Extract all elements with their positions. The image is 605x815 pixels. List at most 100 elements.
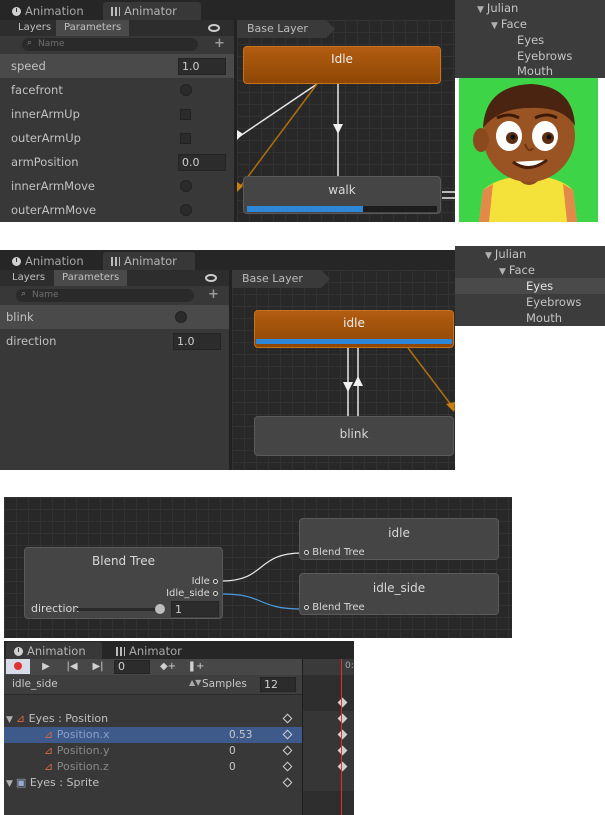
track-position-y[interactable]: ⊿ Position.y (4, 743, 302, 759)
blend-tree-node[interactable]: Blend Tree Idle Idle_side direction 1 (24, 547, 223, 619)
tab-animator[interactable]: Animator (108, 642, 190, 660)
search-input[interactable]: Name (16, 288, 194, 302)
hierarchy-item-mouth[interactable]: Mouth (517, 63, 553, 79)
hierarchy-item-face[interactable]: ▼ Face (491, 16, 527, 32)
expand-triangle-icon[interactable]: ▼ (6, 715, 13, 725)
blend-param-value[interactable]: 1 (171, 601, 219, 617)
blend-output-idle-side[interactable]: Idle_side (166, 588, 218, 599)
keyframe-icon[interactable] (337, 697, 348, 708)
expand-triangle-icon[interactable]: ▼ (6, 779, 13, 789)
search-input[interactable]: Name (22, 37, 198, 51)
frame-field[interactable]: 0 (114, 660, 150, 674)
parameters-button[interactable]: Parameters (56, 20, 130, 36)
tab-animator[interactable]: Animator (103, 2, 201, 20)
next-key-button[interactable]: ▶| (86, 659, 110, 674)
hierarchy-item-face[interactable]: ▼ Face (499, 262, 535, 278)
play-button[interactable]: ▶ (34, 659, 58, 674)
blend-target-idle-side[interactable]: idle_side Blend Tree (299, 573, 499, 615)
param-innerarmup[interactable]: innerArmUp (0, 102, 234, 126)
layers-button[interactable]: Layers (10, 20, 59, 36)
slider-knob[interactable] (155, 604, 165, 614)
character-image (473, 84, 577, 222)
expand-triangle-icon[interactable]: ▼ (477, 5, 484, 15)
hierarchy-item-mouth[interactable]: Mouth (526, 310, 562, 326)
animator-grid-icon (111, 7, 120, 16)
tab-animation[interactable]: Animation (4, 252, 92, 270)
blend-input-idle-side[interactable]: Blend Tree (304, 602, 365, 613)
hierarchy-item-eyes[interactable]: Eyes (517, 32, 544, 48)
hierarchy-item-root[interactable]: ▼ Julian (477, 0, 518, 16)
param-blink[interactable]: blink (0, 305, 229, 329)
hierarchy-item-eyebrows[interactable]: Eyebrows (526, 294, 581, 310)
param-innerarmmove[interactable]: innerArmMove (0, 174, 234, 198)
expand-triangle-icon[interactable]: ▼ (499, 267, 506, 277)
armposition-value-field[interactable]: 0.0 (178, 154, 226, 171)
track-eyes-sprite[interactable]: ▼ ▣ Eyes : Sprite (4, 775, 302, 791)
state-blink[interactable]: blink (254, 416, 454, 456)
transform-icon: ⊿ (15, 712, 26, 725)
next-key-icon: ▶| (92, 661, 104, 672)
expand-triangle-icon[interactable]: ▼ (485, 251, 492, 261)
animator-grid-icon (111, 257, 120, 266)
input-port-icon[interactable] (304, 605, 309, 610)
facefront-toggle[interactable] (180, 84, 192, 96)
outerarmmove-toggle[interactable] (180, 204, 192, 216)
output-port-icon[interactable] (213, 579, 218, 584)
hierarchy-item-eyebrows[interactable]: Eyebrows (517, 48, 572, 64)
position-z-value[interactable]: 0 (229, 759, 236, 775)
timeline-area[interactable]: 0: (302, 659, 354, 815)
state-graph[interactable]: Base Layer Idle walk (237, 20, 455, 222)
input-port-icon[interactable] (304, 550, 309, 555)
state-graph[interactable]: Base Layer idle blink (232, 270, 455, 470)
tab-animator[interactable]: Animator (103, 252, 195, 270)
prev-key-button[interactable]: |◀ (60, 659, 84, 674)
parameters-button[interactable]: Parameters (54, 270, 128, 286)
params-header: Layers Parameters (0, 20, 234, 36)
layers-button[interactable]: Layers (4, 270, 53, 286)
samples-field[interactable]: 12 (260, 677, 296, 692)
blend-tree-graph[interactable]: Blend Tree Idle Idle_side direction 1 id… (4, 497, 512, 638)
clip-dropdown-arrow-icon[interactable]: ▲▼ (189, 678, 201, 687)
record-button[interactable] (6, 659, 30, 674)
eye-icon[interactable] (205, 274, 217, 282)
param-outerarmup[interactable]: outerArmUp (0, 126, 234, 150)
tab-animation[interactable]: Animation (4, 2, 92, 20)
track-eyes-position[interactable]: ▼ ⊿ Eyes : Position (4, 711, 302, 727)
prev-key-icon: |◀ (66, 661, 78, 672)
innerarmmove-toggle[interactable] (180, 180, 192, 192)
add-event-button[interactable]: ❚+ (184, 659, 208, 674)
position-y-value[interactable]: 0 (229, 743, 236, 759)
param-facefront[interactable]: facefront (0, 78, 234, 102)
blend-output-idle[interactable]: Idle (192, 576, 218, 587)
output-port-icon[interactable] (213, 591, 218, 596)
param-outerarmmove[interactable]: outerArmMove (0, 198, 234, 222)
track-position-x[interactable]: ⊿ Position.x (4, 727, 302, 743)
curve-icon: ⊿ (44, 744, 54, 757)
speed-value-field[interactable]: 1.0 (178, 58, 226, 75)
time-ruler[interactable]: 0: (303, 659, 354, 675)
clip-dropdown[interactable]: idle_side (12, 678, 58, 690)
hierarchy-item-root[interactable]: ▼ Julian (485, 246, 526, 262)
add-parameter-icon[interactable]: + (214, 36, 225, 51)
hierarchy-item-eyes[interactable]: Eyes (455, 278, 605, 294)
idle-progress-fill (256, 339, 452, 344)
eye-icon[interactable] (208, 24, 220, 32)
blend-target-idle[interactable]: idle Blend Tree (299, 518, 499, 560)
state-idle[interactable]: Idle (243, 46, 441, 84)
walk-progress-bar (247, 206, 437, 212)
expand-triangle-icon[interactable]: ▼ (491, 21, 498, 31)
track-position-z[interactable]: ⊿ Position.z (4, 759, 302, 775)
position-x-value[interactable]: 0.53 (229, 727, 252, 743)
blend-param-slider[interactable] (77, 604, 165, 614)
record-icon (14, 662, 22, 670)
add-keyframe-button[interactable]: ◆+ (156, 659, 180, 674)
playhead-line[interactable] (341, 659, 342, 815)
clock-icon (14, 647, 23, 656)
blink-toggle[interactable] (175, 311, 187, 323)
innerarmup-trigger[interactable] (180, 109, 191, 120)
blend-input-idle[interactable]: Blend Tree (304, 547, 365, 558)
outerarmup-trigger[interactable] (180, 133, 191, 144)
add-parameter-icon[interactable]: + (208, 287, 219, 302)
direction-value-field[interactable]: 1.0 (173, 333, 221, 350)
tab-animation[interactable]: Animation (6, 642, 102, 660)
